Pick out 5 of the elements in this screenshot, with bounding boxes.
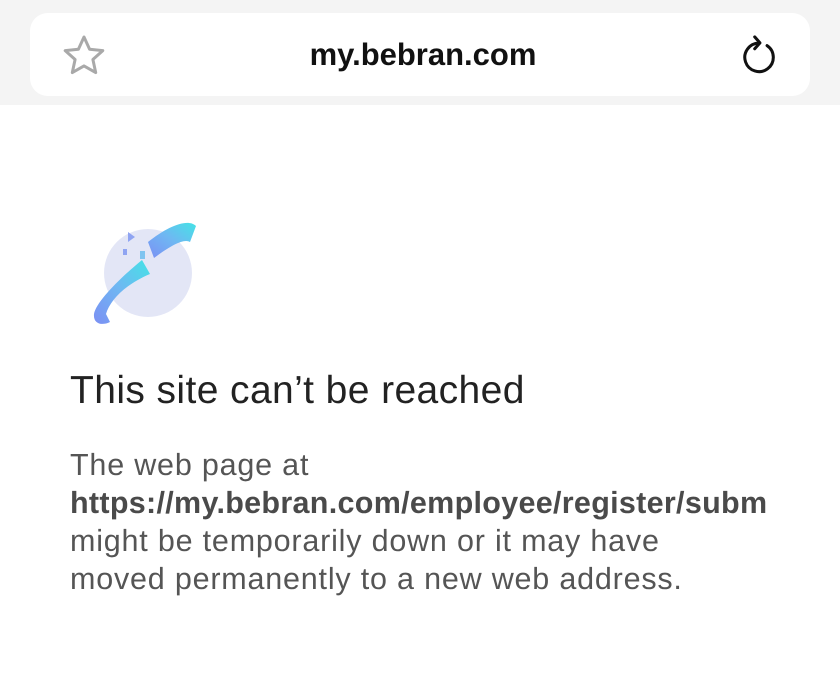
error-heading: This site can’t be reached — [70, 368, 526, 414]
page-title: my.bebran.com — [310, 36, 536, 72]
error-message: The web page at https://my.bebran.com/employee/register/subm might be temporarily down or it may have moved permanently to a new web address. — [70, 447, 768, 598]
address-bar[interactable]: my.bebran.com — [30, 13, 810, 96]
star-icon[interactable] — [62, 34, 106, 76]
